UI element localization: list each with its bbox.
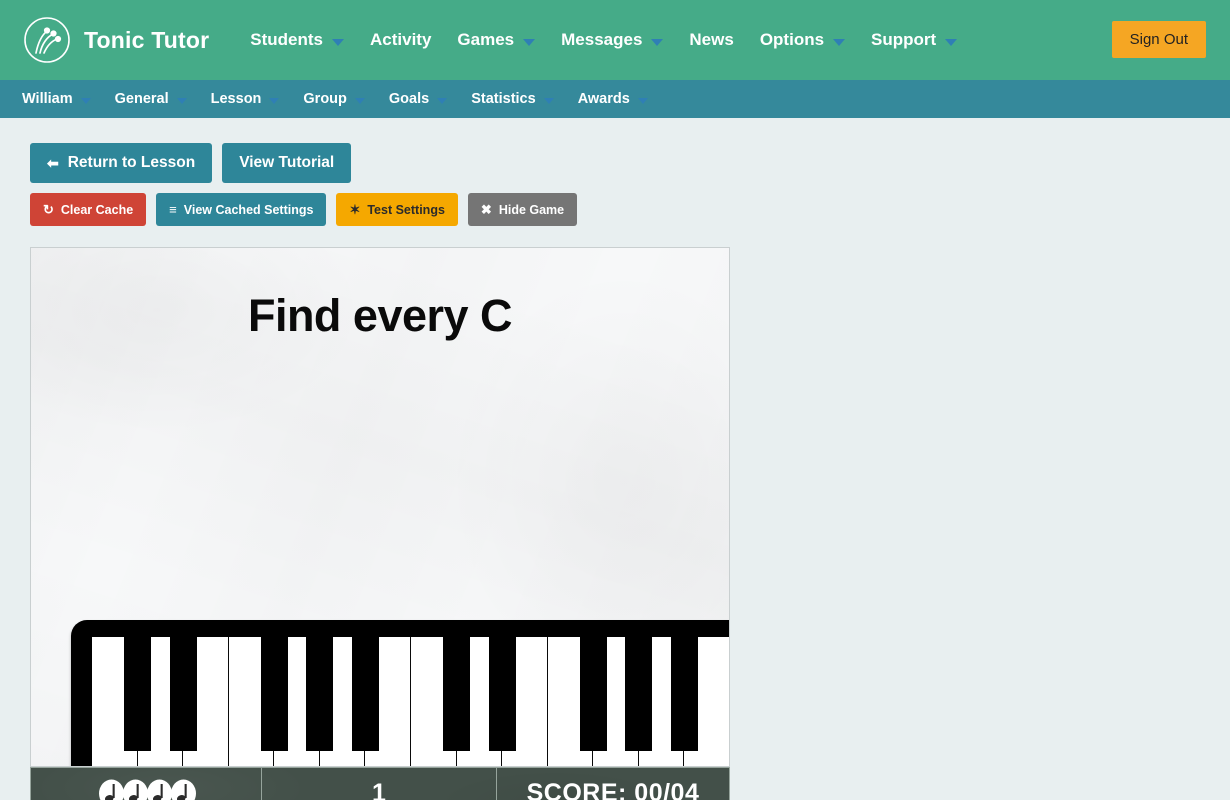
chevron-down-icon [637, 98, 648, 104]
nav-item-label: News [689, 30, 734, 49]
nav-item-support[interactable]: Support [858, 0, 970, 80]
button-label: Hide Game [498, 202, 565, 217]
button-label: View Cached Settings [183, 202, 314, 217]
subnav-item-lesson[interactable]: Lesson [211, 91, 292, 107]
tonic-tutor-logo-icon[interactable] [22, 15, 72, 65]
quarter-note-icon [99, 779, 124, 800]
toolbar-row-secondary: ↻ Clear Cache ≡ View Cached Settings ✶ T… [30, 193, 1230, 226]
nav-item-options[interactable]: Options [747, 0, 858, 80]
test-settings-button[interactable]: ✶ Test Settings [336, 193, 458, 226]
chevron-down-icon [176, 98, 187, 104]
close-x-icon: ✖ [480, 202, 492, 217]
chevron-down-icon [945, 38, 958, 46]
quarter-note-icon [147, 779, 172, 800]
return-to-lesson-button[interactable]: ⬅ Return to Lesson [30, 143, 213, 183]
subnav-item-group[interactable]: Group [303, 91, 377, 107]
game-title: Find every C [247, 290, 513, 341]
main-navbar: Tonic Tutor Students Activity Games Mess… [0, 0, 1230, 80]
subnav-item-label: Group [303, 91, 347, 107]
quarter-note-icon [171, 779, 196, 800]
piano-keys-container [92, 637, 729, 766]
subnav-item-label: General [114, 91, 169, 107]
chevron-down-icon [269, 98, 280, 104]
nav-item-news[interactable]: News [676, 0, 746, 80]
subnav-item-label: William [22, 91, 73, 107]
toolbar-row-primary: ⬅ Return to Lesson View Tutorial [30, 143, 1230, 183]
chevron-down-icon [651, 38, 664, 46]
nav-item-label: Activity [370, 30, 432, 49]
score-display: SCORE: 00/04 [526, 778, 700, 800]
hide-game-button[interactable]: ✖ Hide Game [467, 193, 578, 226]
piano-black-key[interactable] [579, 637, 607, 751]
piano-black-key[interactable] [670, 637, 698, 751]
piano-black-key[interactable] [260, 637, 288, 751]
piano-black-key[interactable] [488, 637, 516, 751]
chevron-down-icon [543, 98, 554, 104]
chevron-down-icon [354, 98, 365, 104]
button-label: Return to Lesson [67, 154, 196, 171]
piano-black-key[interactable] [169, 637, 197, 751]
button-label: Clear Cache [60, 202, 134, 217]
clear-cache-button[interactable]: ↻ Clear Cache [30, 193, 147, 226]
secondary-navbar: William General Lesson Group Goals Stati… [0, 80, 1230, 118]
game-scoreboard: 1 SCORE: 00/04 [30, 767, 730, 800]
chevron-down-icon [80, 98, 91, 104]
piano-body [71, 620, 729, 766]
level-indicator: 1 [262, 768, 497, 800]
nav-item-label: Options [759, 30, 825, 49]
nav-item-messages[interactable]: Messages [548, 0, 676, 80]
subnav-item-label: Awards [577, 91, 630, 107]
nav-item-label: Support [871, 30, 937, 49]
subnav-item-label: Lesson [210, 91, 262, 107]
piano-black-key[interactable] [306, 637, 334, 751]
nav-item-students[interactable]: Students [237, 0, 357, 80]
lives-indicator [31, 768, 262, 800]
page-toolbar: ⬅ Return to Lesson View Tutorial ↻ Clear… [0, 118, 1230, 226]
nav-item-label: Students [250, 30, 323, 49]
piano-black-key[interactable] [443, 637, 471, 751]
refresh-icon: ↻ [43, 202, 54, 217]
nav-item-games[interactable]: Games [444, 0, 548, 80]
subnav-item-goals[interactable]: Goals [389, 91, 459, 107]
piano-black-key[interactable] [625, 637, 653, 751]
nav-item-label: Messages [561, 30, 643, 49]
list-lines-icon: ≡ [169, 202, 177, 217]
gear-icon: ✶ [349, 202, 361, 217]
subnav-item-label: Statistics [471, 91, 536, 107]
subnav-item-awards[interactable]: Awards [578, 91, 660, 107]
piano-black-key[interactable] [351, 637, 379, 751]
sign-out-button[interactable]: Sign Out [1111, 21, 1206, 58]
button-label: View Tutorial [239, 154, 335, 171]
subnav-item-statistics[interactable]: Statistics [471, 91, 565, 107]
primary-nav-items: Students Activity Games Messages News Op… [237, 0, 970, 80]
subnav-item-william[interactable]: William [22, 91, 103, 107]
brand-title[interactable]: Tonic Tutor [84, 27, 209, 54]
chevron-down-icon [332, 38, 344, 46]
view-cached-settings-button[interactable]: ≡ View Cached Settings [156, 193, 327, 226]
chevron-down-icon [437, 98, 448, 104]
nav-item-activity[interactable]: Activity [357, 0, 444, 80]
view-tutorial-button[interactable]: View Tutorial [222, 143, 352, 183]
quarter-note-icon [123, 779, 148, 800]
chevron-down-icon [833, 38, 846, 46]
piano-black-key[interactable] [124, 637, 152, 751]
game-panel: Find every C DONE [30, 247, 730, 767]
subnav-item-general[interactable]: General [115, 91, 199, 107]
nav-item-label: Games [457, 30, 515, 49]
button-label: Test Settings [367, 202, 445, 217]
chevron-down-icon [523, 38, 536, 46]
subnav-item-label: Goals [388, 91, 430, 107]
arrow-left-icon: ⬅ [47, 155, 59, 171]
